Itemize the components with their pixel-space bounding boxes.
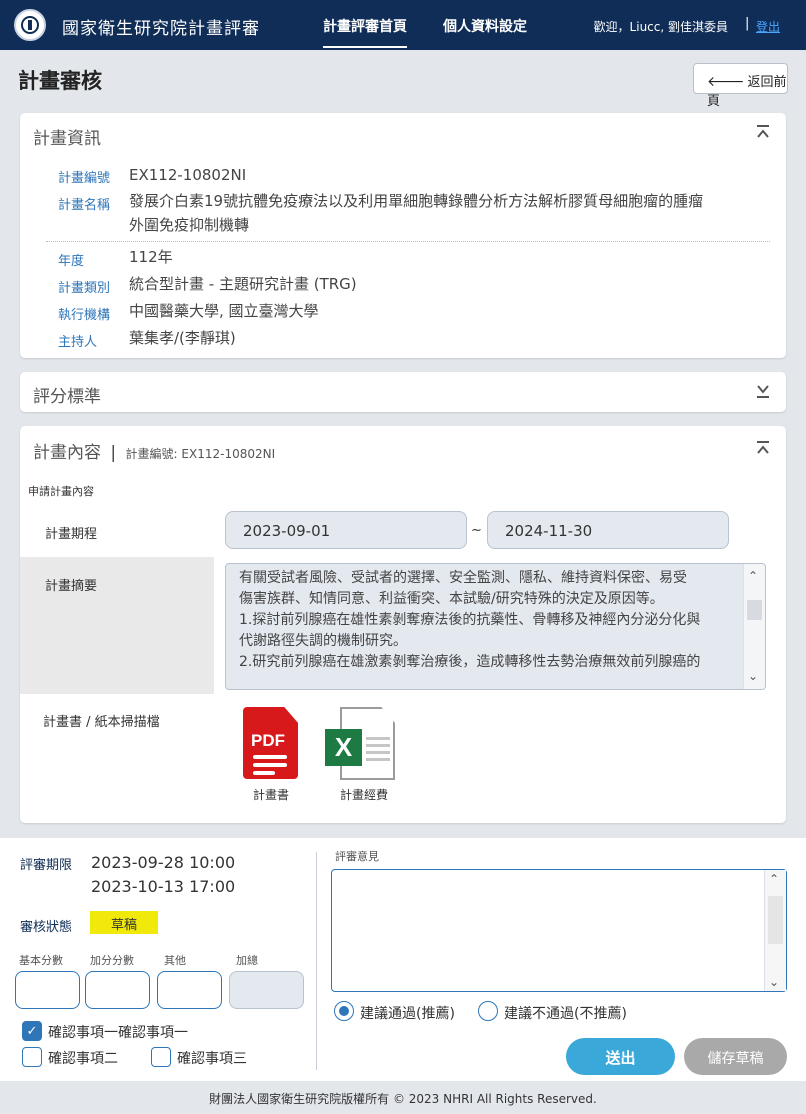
value-category: 統合型計畫 - 主題研究計畫 (TRG) xyxy=(129,275,357,293)
submit-button[interactable]: 送出 xyxy=(566,1038,675,1075)
recommend-pass-radio[interactable] xyxy=(334,1001,354,1021)
label-project-id: 計畫編號 xyxy=(58,171,111,186)
nav-separator: | xyxy=(745,16,750,31)
summary-label: 計畫摘要 xyxy=(45,579,98,594)
label-year: 年度 xyxy=(58,254,85,269)
divider xyxy=(46,241,770,242)
scoring-criteria-card[interactable]: 評分標準 xyxy=(20,372,786,412)
content-title-text: 計畫內容 xyxy=(33,443,101,463)
files-label: 計畫書 / 紙本掃描檔 xyxy=(43,715,160,730)
confirm-item-2-label: 確認事項二 xyxy=(48,1051,118,1067)
comment-label: 評審意見 xyxy=(335,850,379,863)
project-content-title: 計畫內容 | 計畫編號: EX112-10802NI xyxy=(33,438,275,463)
period-label: 計畫期程 xyxy=(45,527,98,542)
confirm-item-2-checkbox[interactable] xyxy=(22,1047,42,1067)
value-institution: 中國醫藥大學, 國立臺灣大學 xyxy=(129,302,319,320)
value-project-id: EX112-10802NI xyxy=(129,166,247,184)
date-range-tilde: ~ xyxy=(471,523,482,538)
value-project-name-line2: 外圍免疫抑制機轉 xyxy=(129,216,250,234)
nav-review-home[interactable]: 計畫評審首頁 xyxy=(323,16,407,48)
other-score-input[interactable] xyxy=(157,971,222,1009)
collapse-icon[interactable] xyxy=(756,125,770,143)
review-comment-textarea[interactable]: ⌃ ⌄ xyxy=(331,869,787,992)
pdf-file-icon[interactable]: PDF xyxy=(243,707,298,779)
pdf-badge: PDF xyxy=(251,731,285,750)
deadline-end: 2023-10-13 17:00 xyxy=(91,877,236,896)
summary-line: 有關受試者風險、受試者的選擇、安全監測、隱私、維持資料保密、易受 xyxy=(239,570,687,586)
nhri-logo xyxy=(14,9,46,41)
page-title: 計畫審核 xyxy=(18,69,102,93)
arrow-left-icon: 🡐 xyxy=(707,74,745,90)
recommend-pass-label: 建議通過(推薦) xyxy=(360,1006,455,1022)
summary-textarea[interactable]: 有關受試者風險、受試者的選擇、安全監測、隱私、維持資料保密、易受 傷害族群、知情… xyxy=(225,563,766,690)
label-project-name: 計畫名稱 xyxy=(58,198,111,213)
panel-divider xyxy=(316,852,317,1070)
project-info-title: 計畫資訊 xyxy=(33,129,101,149)
recommend-fail-label: 建議不通過(不推薦) xyxy=(504,1006,627,1022)
deadline-start: 2023-09-28 10:00 xyxy=(91,853,236,872)
nav-profile-settings[interactable]: 個人資料設定 xyxy=(443,16,527,36)
scroll-thumb[interactable] xyxy=(768,896,783,944)
deadline-label: 評審期限 xyxy=(20,858,73,873)
basic-score-input[interactable] xyxy=(15,971,80,1009)
file-name-budget[interactable]: 計畫經費 xyxy=(330,786,398,803)
back-button[interactable]: 🡐 返回前頁 xyxy=(693,63,788,109)
save-draft-button[interactable]: 儲存草稿 xyxy=(684,1038,787,1075)
summary-line: 2.研究前列腺癌在雄激素剝奪治療後，造成轉移性去勢治療無效前列腺癌的 xyxy=(239,654,701,670)
welcome-text: 歡迎，Liucc, 劉佳淇委員 xyxy=(593,20,728,34)
footer-copyright: 財團法人國家衛生研究院版權所有 © 2023 NHRI All Rights R… xyxy=(0,1081,806,1114)
section-label: 申請計畫內容 xyxy=(28,485,94,498)
label-pi: 主持人 xyxy=(58,335,98,350)
end-date-field[interactable]: 2024-11-30 xyxy=(487,511,729,549)
expand-icon[interactable] xyxy=(756,384,770,402)
label-institution: 執行機構 xyxy=(58,308,111,323)
scroll-down-icon[interactable]: ⌄ xyxy=(748,666,758,687)
top-navbar: 國家衛生研究院計畫評審 計畫評審首頁 個人資料設定 歡迎，Liucc, 劉佳淇委… xyxy=(0,0,806,50)
bonus-score-input[interactable] xyxy=(85,971,150,1009)
scroll-thumb[interactable] xyxy=(747,600,762,620)
score-label-basic: 基本分數 xyxy=(19,954,63,967)
score-label-other: 其他 xyxy=(164,954,186,967)
summary-scrollbar[interactable]: ⌃ ⌄ xyxy=(743,564,765,689)
summary-line: 代謝路徑失調的機制研究。 xyxy=(239,633,407,649)
label-category: 計畫類別 xyxy=(58,281,111,296)
summary-line: 1.探討前列腺癌在雄性素剝奪療法後的抗藥性、骨轉移及神經內分泌分化與 xyxy=(239,612,701,628)
confirm-item-3-label: 確認事項三 xyxy=(177,1051,247,1067)
start-date-field[interactable]: 2023-09-01 xyxy=(225,511,467,549)
value-project-name-line1: 發展介白素19號抗體免疫療法以及利用單細胞轉錄體分析方法解析膠質母細胞瘤的腫瘤 xyxy=(129,192,704,210)
value-pi: 葉集孝/(李靜琪) xyxy=(129,329,236,347)
collapse-icon[interactable] xyxy=(756,441,770,459)
title-divider: | xyxy=(110,443,117,463)
excel-badge: X xyxy=(325,729,362,766)
status-label: 審核狀態 xyxy=(20,920,73,935)
file-name-proposal[interactable]: 計畫書 xyxy=(241,786,301,803)
confirm-item-3-checkbox[interactable] xyxy=(151,1047,171,1067)
confirm-item-1-checkbox[interactable]: ✓ xyxy=(22,1021,42,1041)
project-info-card: 計畫資訊 計畫編號 EX112-10802NI 計畫名稱 發展介白素19號抗體免… xyxy=(20,113,786,358)
value-year: 112年 xyxy=(129,248,173,266)
content-subtitle: 計畫編號: EX112-10802NI xyxy=(125,447,276,461)
recommend-fail-radio[interactable] xyxy=(478,1001,498,1021)
status-badge: 草稿 xyxy=(90,911,158,934)
scroll-up-icon[interactable]: ⌃ xyxy=(748,566,758,587)
score-label-total: 加總 xyxy=(236,954,258,967)
logout-link[interactable]: 登出 xyxy=(756,18,780,35)
scroll-down-icon[interactable]: ⌄ xyxy=(769,975,779,989)
comment-scrollbar[interactable]: ⌃ ⌄ xyxy=(764,870,786,991)
scoring-criteria-title: 評分標準 xyxy=(33,387,101,407)
score-label-bonus: 加分分數 xyxy=(90,954,134,967)
total-score-field xyxy=(229,971,304,1009)
summary-line: 傷害族群、知情同意、利益衝突、本試驗/研究特殊的決定及原因等。 xyxy=(239,591,664,607)
excel-file-icon[interactable]: X xyxy=(325,707,395,780)
scroll-up-icon[interactable]: ⌃ xyxy=(769,872,779,886)
app-title: 國家衛生研究院計畫評審 xyxy=(62,19,260,39)
confirm-item-1-label: 確認事項一確認事項一 xyxy=(48,1025,188,1041)
